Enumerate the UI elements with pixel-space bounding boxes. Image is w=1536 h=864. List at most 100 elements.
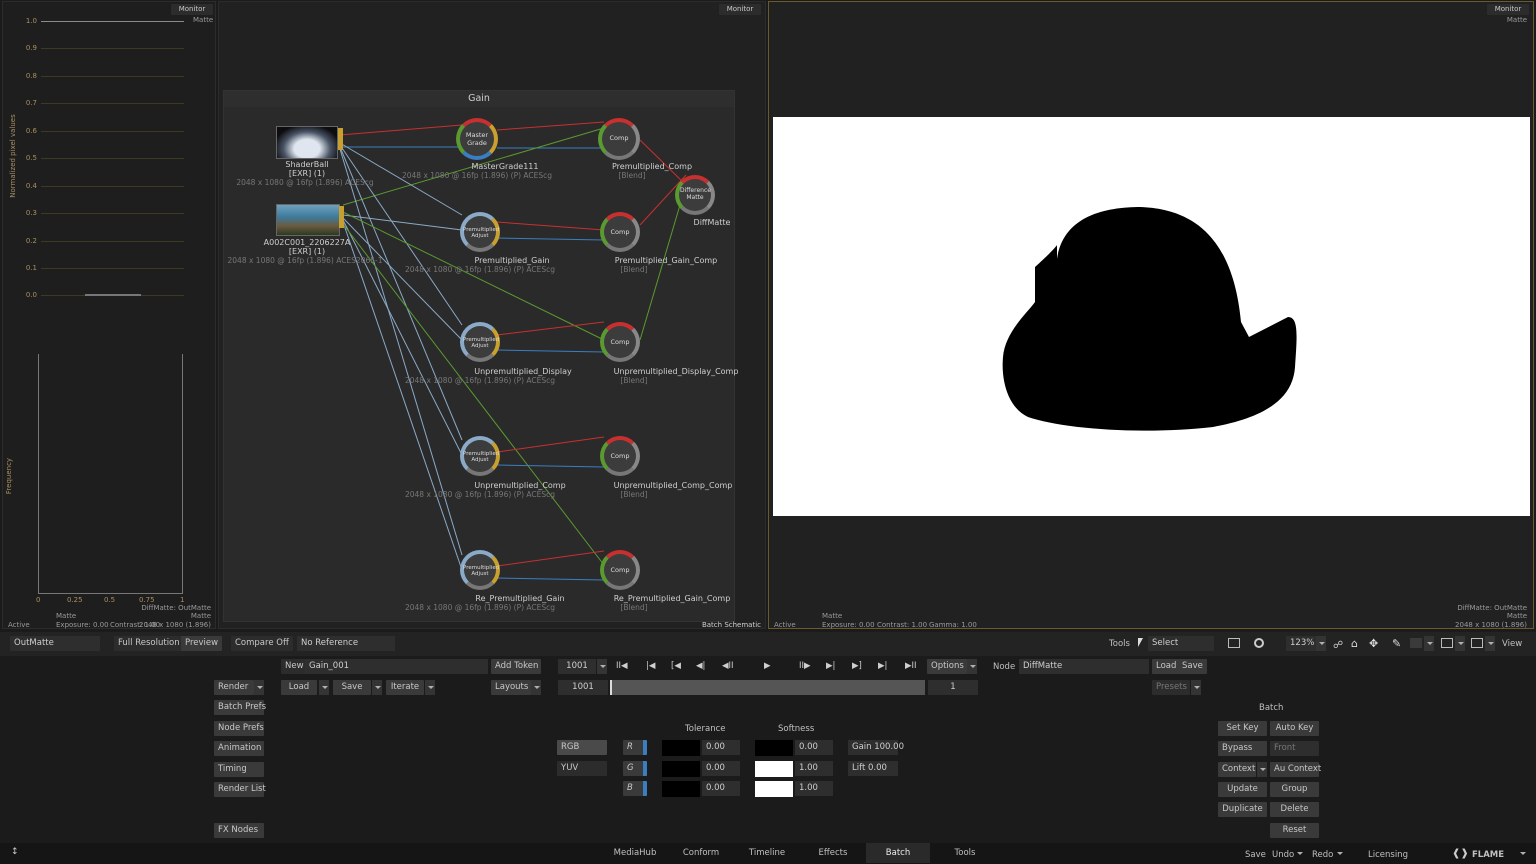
- compare-button[interactable]: Compare Off: [231, 636, 293, 651]
- softness-b-field[interactable]: 1.00: [795, 781, 833, 796]
- softness-swatch-b[interactable]: [755, 781, 793, 797]
- channel-g[interactable]: G: [623, 761, 647, 776]
- presets-dropdown[interactable]: [1191, 680, 1201, 695]
- node-load-button[interactable]: Load: [1152, 659, 1181, 674]
- save-button[interactable]: Save: [333, 680, 371, 695]
- tolerance-swatch-b[interactable]: [662, 781, 700, 797]
- tab-tools[interactable]: Tools: [944, 843, 986, 863]
- eyedropper-icon[interactable]: ✎: [1392, 637, 1401, 650]
- brand-dropdown[interactable]: [1517, 846, 1527, 861]
- new-button[interactable]: New: [281, 659, 308, 674]
- rgb-button[interactable]: RGB: [557, 740, 607, 755]
- softness-r-field[interactable]: 0.00: [795, 740, 833, 755]
- tab-mediahub[interactable]: MediaHub: [613, 843, 657, 863]
- front-field[interactable]: Front: [1270, 741, 1319, 756]
- au-context-button[interactable]: Au Context: [1270, 762, 1321, 777]
- node-name-field[interactable]: DiffMatte: [1019, 659, 1149, 674]
- softness-swatch-r[interactable]: [755, 740, 793, 756]
- redo-dropdown[interactable]: [1334, 846, 1344, 861]
- zoom-dropdown[interactable]: [1316, 636, 1326, 651]
- color-target-icon[interactable]: [1410, 638, 1422, 648]
- gain-field[interactable]: Gain 100.00: [848, 740, 904, 755]
- reset-button[interactable]: Reset: [1270, 823, 1319, 838]
- auto-key-button[interactable]: Auto Key: [1270, 721, 1319, 736]
- timing-button[interactable]: Timing: [214, 762, 264, 777]
- current-frame-dropdown[interactable]: [597, 659, 607, 674]
- iterate-button[interactable]: Iterate: [386, 680, 424, 695]
- link-icon[interactable]: ☍: [1333, 640, 1343, 651]
- current-frame-field[interactable]: 1001: [558, 659, 596, 674]
- yuv-button[interactable]: YUV: [557, 761, 607, 776]
- select-cursor-icon[interactable]: [1138, 638, 1143, 647]
- node-prefs-button[interactable]: Node Prefs: [214, 721, 264, 736]
- options-dropdown[interactable]: [967, 659, 977, 674]
- options-button[interactable]: Options: [927, 659, 967, 674]
- channel-b[interactable]: B: [623, 781, 647, 796]
- zoom-select[interactable]: 123%: [1286, 636, 1316, 651]
- save-dropdown[interactable]: [372, 680, 382, 695]
- go-to-start-icon[interactable]: [◀: [671, 659, 681, 674]
- home-icon[interactable]: ⌂: [1351, 637, 1358, 650]
- add-view-dropdown[interactable]: [1485, 636, 1495, 651]
- loop-end-icon[interactable]: ▶II: [905, 659, 917, 674]
- render-list-button[interactable]: Render List: [214, 782, 266, 797]
- node-save-button[interactable]: Save: [1178, 659, 1207, 674]
- full-resolution-button[interactable]: Full Resolution: [114, 636, 184, 651]
- undo-dropdown[interactable]: [1294, 846, 1304, 861]
- load-button[interactable]: Load: [281, 680, 317, 695]
- add-token-button[interactable]: Add Token: [491, 659, 541, 674]
- view-menu[interactable]: View: [1502, 639, 1522, 649]
- layouts-button[interactable]: Layouts: [491, 680, 531, 695]
- save-menu[interactable]: Save: [1245, 850, 1266, 860]
- color-target-dropdown[interactable]: [1424, 636, 1434, 651]
- lift-field[interactable]: Lift 0.00: [848, 761, 898, 776]
- animation-button[interactable]: Animation: [214, 741, 264, 756]
- update-button[interactable]: Update: [1218, 782, 1267, 797]
- timeline-scrubber[interactable]: [610, 680, 925, 695]
- prev-frame-icon[interactable]: ◀II: [722, 659, 734, 674]
- softness-g-field[interactable]: 1.00: [795, 761, 833, 776]
- next-frame-icon[interactable]: II▶: [799, 659, 811, 674]
- batch-prefs-button[interactable]: Batch Prefs: [214, 700, 266, 715]
- render-dropdown[interactable]: [254, 680, 264, 695]
- tab-conform[interactable]: Conform: [680, 843, 722, 863]
- output-select[interactable]: OutMatte: [10, 636, 100, 651]
- tolerance-b-field[interactable]: 0.00: [702, 781, 740, 796]
- group-button[interactable]: Group: [1270, 782, 1319, 797]
- expand-icon[interactable]: ↕: [11, 847, 19, 857]
- monitor-button[interactable]: Monitor: [1487, 4, 1529, 15]
- step-back-key-icon[interactable]: |◀: [646, 659, 655, 674]
- tolerance-g-field[interactable]: 0.00: [702, 761, 740, 776]
- context-button[interactable]: Context: [1218, 762, 1256, 777]
- tab-effects[interactable]: Effects: [812, 843, 854, 863]
- batch-name-field[interactable]: Gain_001: [305, 659, 488, 674]
- layouts-dropdown[interactable]: [531, 680, 541, 695]
- licensing-menu[interactable]: Licensing: [1368, 850, 1408, 860]
- loop-icon[interactable]: II◀: [616, 659, 628, 674]
- select-tool[interactable]: Select: [1148, 636, 1214, 651]
- step-fwd-key-icon[interactable]: ▶|: [878, 659, 887, 674]
- reference-select[interactable]: No Reference: [297, 636, 395, 651]
- bypass-button[interactable]: Bypass: [1218, 741, 1267, 756]
- load-dropdown[interactable]: [319, 680, 329, 695]
- add-view-icon[interactable]: [1471, 638, 1483, 648]
- fx-nodes-button[interactable]: FX Nodes: [214, 823, 264, 838]
- tab-timeline[interactable]: Timeline: [746, 843, 788, 863]
- softness-swatch-g[interactable]: [755, 761, 793, 777]
- redo-menu[interactable]: Redo: [1312, 850, 1333, 860]
- split-view-icon[interactable]: [1228, 638, 1240, 648]
- preview-button[interactable]: Preview: [181, 636, 223, 651]
- prev-key-icon[interactable]: ◀|: [696, 659, 705, 674]
- render-button[interactable]: Render: [214, 680, 254, 695]
- playhead[interactable]: [610, 680, 612, 695]
- tolerance-swatch-r[interactable]: [662, 740, 700, 756]
- iterate-dropdown[interactable]: [425, 680, 435, 695]
- set-key-button[interactable]: Set Key: [1218, 721, 1267, 736]
- tolerance-r-field[interactable]: 0.00: [702, 740, 740, 755]
- go-to-end-icon[interactable]: ▶]: [852, 659, 862, 674]
- search-icon[interactable]: [1254, 638, 1264, 648]
- shaderball-thumbnail[interactable]: [276, 126, 338, 159]
- tab-batch[interactable]: Batch: [866, 843, 930, 863]
- channel-r[interactable]: R: [623, 740, 647, 755]
- presets-button[interactable]: Presets: [1152, 680, 1190, 695]
